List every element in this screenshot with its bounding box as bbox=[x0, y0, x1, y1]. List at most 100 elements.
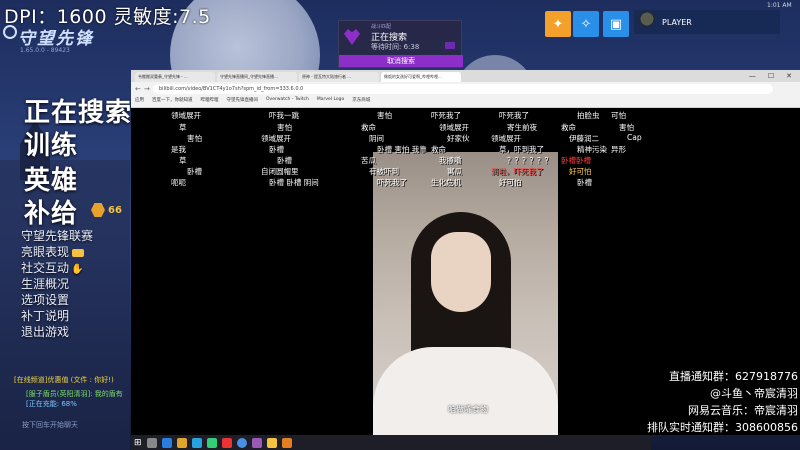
danmaku-comment: 好可怕 bbox=[569, 167, 592, 176]
clock: 1:01 AM bbox=[767, 2, 792, 9]
bookmark-item[interactable]: Overwatch - Twitch bbox=[266, 97, 309, 103]
danmaku-comment: 卧槽 卧槽 阴间 bbox=[269, 178, 319, 187]
browser-tab[interactable]: 韦搬搬双重奏_守望先锋 - ... bbox=[135, 72, 215, 82]
danmaku-comment: 好可怕 bbox=[499, 178, 522, 187]
video-player[interactable]: 咱做嘴食物 bilibili 领域展开草害怕是我草卧槽呃呃吓我一跳害怕领域展开卧… bbox=[131, 108, 800, 435]
browser-tab[interactable]: 守望先锋直播间_守望先锋直播... bbox=[217, 72, 297, 82]
video-subtitle: 咱做嘴食物 bbox=[448, 405, 488, 414]
bookmark-item[interactable]: 应用 bbox=[135, 97, 144, 103]
danmaku-comment: 是我 bbox=[171, 145, 186, 154]
windows-start-icon[interactable]: ⊞ bbox=[134, 438, 142, 448]
submenu-highlights[interactable]: 亮眼表现 bbox=[21, 243, 85, 260]
danmaku-comment: 好家伙 bbox=[447, 134, 470, 143]
taskbar-app-icon[interactable] bbox=[251, 437, 262, 448]
chat-line: [服子盾员(英阳清羽]: 我的盾有 bbox=[26, 390, 123, 398]
notice-line: @斗鱼丶帝宸清羽 bbox=[710, 387, 798, 400]
danmaku-comment: 救命 bbox=[361, 123, 376, 132]
danmaku-comment: ？？？？？？ bbox=[507, 156, 552, 165]
danmaku-comment: 卧槽 bbox=[187, 167, 202, 176]
danmaku-comment: 领域展开 bbox=[491, 134, 521, 143]
danmaku-comment: 有被吓到 bbox=[369, 167, 399, 176]
danmaku-comment: 草，吓到我了 bbox=[499, 145, 544, 154]
danmaku-comment: 吓我一跳 bbox=[269, 111, 299, 120]
maximize-icon[interactable]: ☐ bbox=[768, 72, 774, 80]
chat-line: [正在充能: 68% bbox=[26, 400, 77, 408]
shop-icon[interactable]: ▣ bbox=[603, 11, 629, 37]
screen: 1:01 AM DPI：1600 灵敏度:7.5 守望先锋 1.65.0.0 -… bbox=[0, 0, 800, 450]
taskbar-app-icon[interactable] bbox=[206, 437, 217, 448]
danmaku-comment: 呃呃 bbox=[171, 178, 186, 187]
search-icon[interactable] bbox=[146, 437, 157, 448]
bookmark-item[interactable]: Marvel Logo bbox=[317, 97, 344, 103]
danmaku-comment: 草 bbox=[179, 156, 187, 165]
danmaku-comment: 吓死我了 bbox=[431, 111, 461, 120]
person-coat bbox=[373, 347, 558, 435]
taskbar-app-icon[interactable] bbox=[191, 437, 202, 448]
danmaku-comment: 寓瓜 bbox=[447, 167, 462, 176]
forward-icon[interactable]: → bbox=[144, 85, 150, 93]
danmaku-comment: 领域展开 bbox=[439, 123, 469, 132]
taskbar-app-icon[interactable] bbox=[266, 437, 277, 448]
bookmark-item[interactable]: 百度一下，你就知道 bbox=[152, 97, 193, 103]
submenu-social-label: 社交互动 bbox=[21, 261, 70, 275]
danmaku-comment: 卧槽 bbox=[577, 178, 592, 187]
chat-hint: 按下回车开始聊天 bbox=[22, 421, 78, 429]
back-icon[interactable]: ← bbox=[135, 85, 141, 93]
menu-loot[interactable]: 补给 bbox=[24, 193, 78, 230]
browser-tabs: 韦搬搬双重奏_守望先锋 - ... 守望先锋直播间_守望先锋直播... 原神 -… bbox=[131, 70, 800, 82]
window-controls: — ☐ ✕ bbox=[749, 72, 792, 80]
submenu-exit[interactable]: 退出游戏 bbox=[21, 323, 69, 340]
player-panel[interactable]: PLAYER bbox=[634, 10, 780, 34]
taskbar-app-icon[interactable] bbox=[221, 437, 232, 448]
search-mode: 战斗匹配 bbox=[371, 24, 392, 30]
danmaku-comment: 异形 bbox=[611, 145, 626, 154]
submenu-options[interactable]: 选项设置 bbox=[21, 291, 69, 308]
danmaku-comment: 吓死我了 bbox=[377, 178, 407, 187]
taskbar-app-icon[interactable] bbox=[161, 437, 172, 448]
submenu-career[interactable]: 生涯概况 bbox=[21, 275, 69, 292]
danmaku-comment: 生化危机 bbox=[431, 178, 461, 187]
notice-line: 直播通知群：627918776 bbox=[669, 370, 798, 383]
game-logo: 守望先锋 bbox=[18, 29, 94, 49]
chat-line: [在线频道]优惠值 (文件 : 你好!) bbox=[14, 376, 114, 384]
minimize-icon[interactable]: — bbox=[749, 72, 756, 80]
submenu-social[interactable]: 社交互动 ✋ bbox=[21, 259, 83, 276]
chrome-icon[interactable] bbox=[236, 437, 247, 448]
bookmarks-bar: 应用 百度一下，你就知道 哔哩哔哩 守望先锋直播间 Overwatch - Tw… bbox=[135, 97, 370, 103]
danmaku-comment: 拍脸虫 bbox=[577, 111, 600, 120]
player-name: PLAYER bbox=[662, 17, 692, 27]
overwatch-taskbar-icon[interactable] bbox=[281, 437, 292, 448]
danmaku-comment: 害怕 bbox=[619, 123, 634, 132]
social-icon[interactable]: ✦ bbox=[545, 11, 571, 37]
menu-searching[interactable]: 正在搜索 bbox=[24, 92, 132, 129]
collapse-icon[interactable] bbox=[445, 42, 455, 49]
menu-training[interactable]: 训练 bbox=[24, 125, 78, 162]
danmaku-comment: 吓死我了 bbox=[499, 111, 529, 120]
submenu-patch-notes[interactable]: 补丁说明 bbox=[21, 307, 69, 324]
menu-heroes[interactable]: 英雄 bbox=[24, 160, 78, 197]
bookmark-item[interactable]: 哔哩哔哩 bbox=[201, 97, 219, 103]
danmaku-comment: 精神污染 bbox=[577, 145, 607, 154]
danmaku-comment: 草 bbox=[179, 123, 187, 132]
danmaku-comment: 卧槽卧槽 bbox=[561, 156, 591, 165]
folder-icon[interactable] bbox=[176, 437, 187, 448]
browser-tab[interactable]: 原神 - 提瓦特大陆旅行者 ... bbox=[299, 72, 379, 82]
danmaku-comment: 阴间 bbox=[369, 134, 384, 143]
cancel-search-button[interactable]: 取消搜索 bbox=[339, 55, 463, 67]
browser-tab-active[interactable]: 做饭的女孩好可爱啊_哔哩哔哩... bbox=[381, 72, 461, 82]
group-icon[interactable]: ✧ bbox=[573, 11, 599, 37]
bookmark-item[interactable]: 守望先锋直播间 bbox=[227, 97, 259, 103]
notice-line: 排队实时通知群：308600856 bbox=[647, 421, 798, 434]
bookmark-item[interactable]: 京东商城 bbox=[352, 97, 370, 103]
address-bar[interactable]: bilibili.com/video/BV1CT4y1o7sh?spm_id_f… bbox=[153, 84, 773, 94]
danmaku-comment: 救命 bbox=[561, 123, 576, 132]
heart-icon bbox=[344, 29, 360, 45]
submenu-league[interactable]: 守望先锋联赛 bbox=[21, 227, 93, 244]
game-version: 1.65.0.0 - 89423 bbox=[20, 47, 70, 54]
close-icon[interactable]: ✕ bbox=[786, 72, 792, 80]
danmaku-comment: 害怕 bbox=[277, 123, 292, 132]
webcam-feed: 咱做嘴食物 bilibili bbox=[373, 152, 558, 435]
notice-line: 网易云音乐：帝宸清羽 bbox=[688, 404, 798, 417]
danmaku-comment: 卧槽 bbox=[277, 156, 292, 165]
danmaku-comment: 领域展开 bbox=[171, 111, 201, 120]
